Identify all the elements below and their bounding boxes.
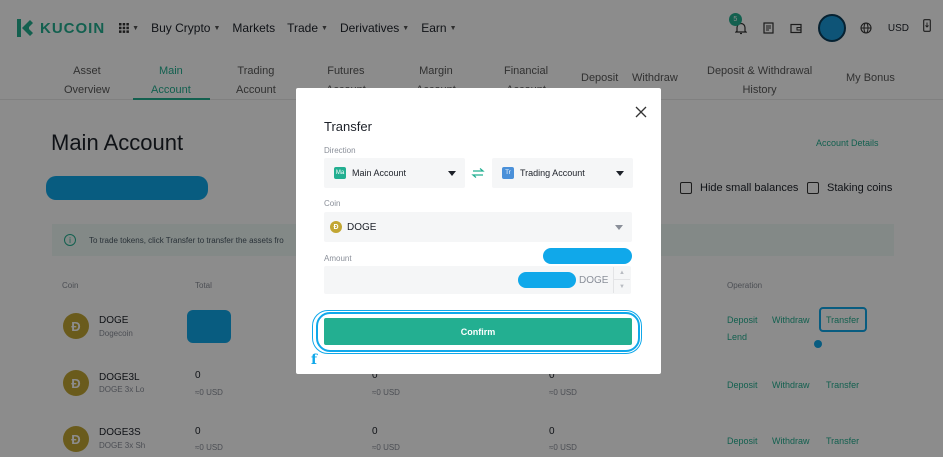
transfer-modal: Transfer Direction Ma Main Account Tr Tr… [296,88,661,374]
coin-label: Coin [324,199,341,208]
main-account-icon: Ma [334,167,346,179]
doge-coin-icon: Ð [330,221,342,233]
close-icon[interactable] [634,105,648,119]
chevron-down-icon [615,225,623,230]
redacted-available-amount [543,248,632,264]
modal-title: Transfer [324,119,372,134]
chevron-down-icon [616,171,624,176]
to-account-select[interactable]: Tr Trading Account [492,158,633,188]
coin-select[interactable]: Ð DOGE [324,212,632,242]
confirm-button[interactable]: Confirm [324,318,632,345]
to-account-value: Trading Account [520,168,585,178]
trading-account-icon: Tr [502,167,514,179]
stepper-down-icon[interactable]: ▼ [614,280,630,293]
chevron-down-icon [448,171,456,176]
from-account-value: Main Account [352,168,407,178]
amount-unit: DOGE [579,275,609,286]
from-account-select[interactable]: Ma Main Account [324,158,465,188]
direction-label: Direction [324,146,356,155]
coin-value: DOGE [347,221,377,233]
amount-label: Amount [324,254,352,263]
redacted-amount-value [518,272,576,288]
swap-direction-icon[interactable] [471,167,485,179]
annotation-label: f [311,352,318,368]
amount-stepper[interactable]: ▲ ▼ [613,267,630,293]
stepper-up-icon[interactable]: ▲ [614,267,630,280]
